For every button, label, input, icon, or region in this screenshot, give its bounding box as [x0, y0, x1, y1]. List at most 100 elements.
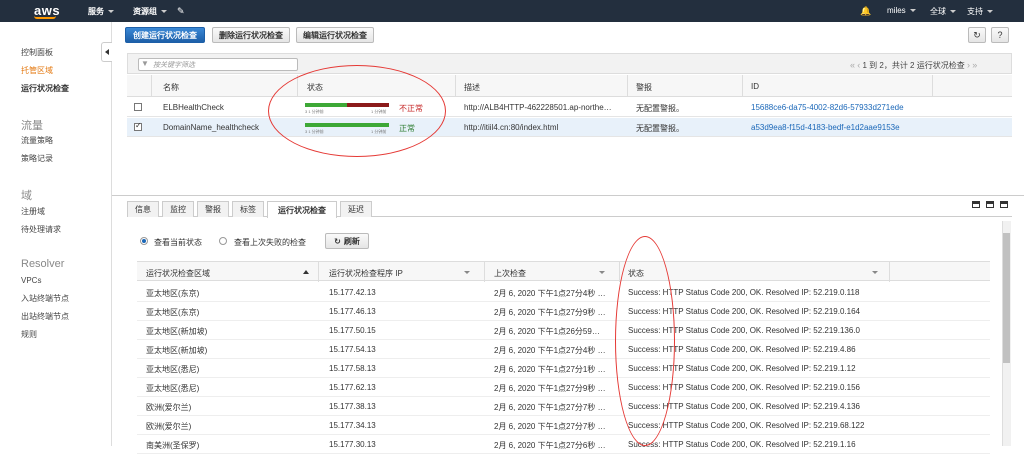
tab-health-checkers[interactable]: 运行状况检查 — [267, 201, 337, 218]
support-label: 支持 — [967, 7, 983, 16]
row-checkbox[interactable] — [134, 103, 142, 111]
sidebar-item-rules[interactable]: 规则 — [21, 329, 37, 340]
column-header-id[interactable]: ID — [751, 82, 759, 91]
resource-groups-menu[interactable]: 资源组 — [133, 6, 167, 17]
sort-icon[interactable] — [872, 271, 878, 274]
create-health-check-button[interactable]: 创建运行状况检查 — [125, 27, 205, 43]
health-check-name: ELBHealthCheck — [163, 103, 224, 112]
region-menu[interactable]: 全球 — [930, 6, 956, 17]
checker-status: Success: HTTP Status Code 200, OK. Resol… — [628, 383, 860, 392]
sort-icon[interactable] — [464, 271, 470, 274]
checker-status: Success: HTTP Status Code 200, OK. Resol… — [628, 288, 860, 297]
row-checkbox[interactable] — [134, 121, 142, 131]
column-header-last-checked[interactable]: 上次检查 — [494, 268, 526, 279]
pane-layout-icon[interactable] — [1000, 201, 1008, 208]
next-page-icon[interactable]: › — [967, 60, 970, 70]
checker-ip: 15.177.38.13 — [329, 402, 376, 411]
checker-ip: 15.177.54.13 — [329, 345, 376, 354]
checker-status: Success: HTTP Status Code 200, OK. Resol… — [628, 326, 860, 335]
refresh-label: 刷新 — [343, 236, 360, 246]
scrollbar-thumb[interactable] — [1003, 233, 1010, 363]
sidebar-item-registered-domains[interactable]: 注册域 — [21, 206, 45, 217]
column-header-alarm[interactable]: 警报 — [636, 82, 652, 93]
sidebar: 控制面板 托管区域 运行状况检查 流量 流量策略 策略记录 域 注册域 待处理请… — [0, 22, 112, 446]
edit-health-check-button[interactable]: 编辑运行状况检查 — [296, 27, 374, 43]
column-header-name[interactable]: 名称 — [163, 82, 179, 93]
table-row: 亚太地区(东京) 15.177.42.13 2月 6, 2020 下午1点27分4秒… — [137, 283, 990, 302]
refresh-icon: ↻ — [334, 236, 341, 246]
sidebar-item-hosted-zones[interactable]: 托管区域 — [21, 65, 53, 76]
services-menu[interactable]: 服务 — [88, 6, 114, 17]
checker-status: Success: HTTP Status Code 200, OK. Resol… — [628, 421, 865, 430]
tab-info[interactable]: 信息 — [127, 201, 159, 217]
column-divider — [151, 75, 152, 97]
user-name: miles — [887, 6, 906, 15]
sidebar-item-dashboard[interactable]: 控制面板 — [21, 47, 53, 58]
top-navigation-bar: aws 服务 资源组 ✎ 🔔 miles 全球 支持 — [0, 0, 1024, 22]
last-page-icon[interactable]: » — [972, 60, 977, 70]
checker-status: Success: HTTP Status Code 200, OK. Resol… — [628, 440, 856, 449]
radio-last-failure[interactable] — [219, 237, 227, 245]
checker-ip: 15.177.50.15 — [329, 326, 376, 335]
pin-icon[interactable]: ✎ — [177, 6, 185, 17]
checker-last-checked: 2月 6, 2020 下午1点27分4秒 … — [494, 289, 606, 298]
pane-layout-icon[interactable] — [986, 201, 994, 208]
pane-splitter[interactable] — [112, 195, 1024, 196]
column-divider — [932, 75, 933, 97]
delete-health-check-button[interactable]: 删除运行状况检查 — [212, 27, 290, 43]
tab-monitoring[interactable]: 监控 — [162, 201, 194, 217]
sort-ascending-icon[interactable] — [303, 270, 309, 274]
checker-last-checked: 2月 6, 2020 下午1点26分59… — [494, 327, 600, 336]
support-menu[interactable]: 支持 — [967, 6, 993, 17]
radio-current-status[interactable] — [140, 237, 148, 245]
chevron-down-icon — [161, 10, 167, 14]
checker-region: 亚太地区(东京) — [146, 289, 200, 298]
refresh-icon[interactable]: ↻ — [968, 27, 986, 43]
health-check-name: DomainName_healthcheck — [163, 123, 260, 132]
user-menu[interactable]: miles — [887, 6, 916, 15]
health-check-description: http://ALB4HTTP-462228501.ap-northe… — [464, 103, 612, 112]
checker-region: 欧洲(爱尔兰) — [146, 422, 192, 431]
sidebar-item-pending-requests[interactable]: 待处理请求 — [21, 224, 61, 235]
column-header-description[interactable]: 描述 — [464, 82, 480, 93]
first-page-icon[interactable]: « — [850, 60, 855, 70]
pager-text: 1 到 2，共计 2 运行状况检查 — [862, 61, 965, 70]
tab-latency[interactable]: 延迟 — [340, 201, 372, 217]
checker-status: Success: HTTP Status Code 200, OK. Resol… — [628, 364, 856, 373]
refresh-button[interactable]: ↻ 刷新 — [325, 233, 369, 249]
health-check-id[interactable]: a53d9ea8-f15d-4183-bedf-e1d2aae9153e — [751, 123, 900, 132]
chevron-down-icon — [108, 10, 114, 14]
sort-icon[interactable] — [599, 271, 605, 274]
annotation-circle — [615, 236, 675, 446]
checker-last-checked: 2月 6, 2020 下午1点27分7秒 … — [494, 422, 606, 431]
table-header: 名称 状态 描述 警报 ID — [127, 75, 1012, 97]
sidebar-item-traffic-policies[interactable]: 流量策略 — [21, 135, 53, 146]
health-check-id[interactable]: 15688ce6-da75-4002-82d6-57933d271ede — [751, 103, 904, 112]
checker-ip: 15.177.30.13 — [329, 440, 376, 449]
detail-tabs: 信息 监控 警报 标签 运行状况检查 延迟 — [127, 200, 1012, 218]
checker-ip: 15.177.58.13 — [329, 364, 376, 373]
sidebar-item-inbound-endpoints[interactable]: 入站终端节点 — [21, 293, 69, 304]
bell-icon[interactable]: 🔔 — [860, 6, 871, 17]
checker-region: 亚太地区(悉尼) — [146, 384, 200, 393]
prev-page-icon[interactable]: ‹ — [857, 60, 860, 70]
help-icon[interactable]: ? — [991, 27, 1009, 43]
health-check-description: http://itiil4.cn:80/index.html — [464, 123, 559, 132]
column-header-ip[interactable]: 运行状况检查程序 IP — [329, 268, 403, 279]
sidebar-item-vpcs[interactable]: VPCs — [21, 276, 41, 285]
tab-tags[interactable]: 标签 — [232, 201, 264, 217]
sidebar-item-health-checks[interactable]: 运行状况检查 — [21, 83, 69, 94]
sidebar-collapse-button[interactable] — [101, 42, 112, 62]
table-row: 欧洲(爱尔兰) 15.177.38.13 2月 6, 2020 下午1点27分7秒 … — [137, 397, 990, 416]
table-row-selected[interactable]: DomainName_healthcheck 3 1 分钟前 1 分钟前 正常 … — [127, 118, 1012, 137]
tab-alarms[interactable]: 警报 — [197, 201, 229, 217]
sidebar-item-policy-records[interactable]: 策略记录 — [21, 153, 53, 164]
table-row[interactable]: ELBHealthCheck 3 1 分钟前 1 分钟前 不正常 http://… — [127, 98, 1012, 117]
column-header-region[interactable]: 运行状况检查区域 — [146, 268, 210, 279]
table-row: 南美洲(圣保罗) 15.177.30.13 2月 6, 2020 下午1点27分6秒… — [137, 435, 990, 454]
radio-current-status-label: 查看当前状态 — [154, 238, 202, 247]
sidebar-item-outbound-endpoints[interactable]: 出站终端节点 — [21, 311, 69, 322]
checker-region: 亚太地区(东京) — [146, 308, 200, 317]
radio-last-failure-label: 查看上次失败的检查 — [234, 238, 306, 247]
pane-layout-icon[interactable] — [972, 201, 980, 208]
